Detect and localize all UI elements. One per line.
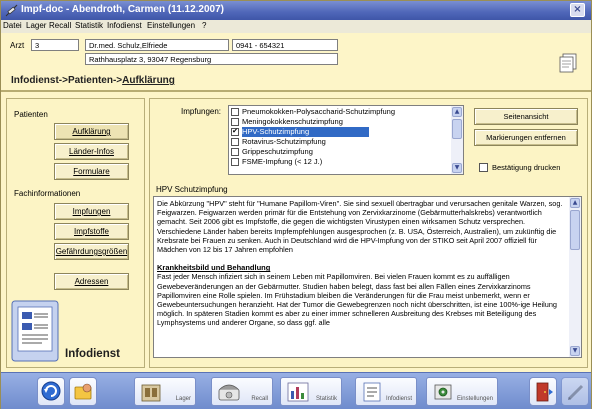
phone-icon bbox=[218, 384, 240, 401]
document-stack-icon bbox=[11, 300, 59, 362]
menu-help[interactable]: ? bbox=[202, 21, 206, 30]
infodienst-logo: Infodienst bbox=[10, 299, 138, 365]
list-item[interactable]: ✔ HPV-Schutzimpfung bbox=[231, 127, 449, 137]
pencil-icon bbox=[567, 384, 584, 401]
bar-chart-icon bbox=[287, 382, 309, 402]
breadcrumb: Infodienst->Patienten->Aufklärung bbox=[11, 75, 175, 86]
arzt-field[interactable]: 3 bbox=[31, 39, 79, 51]
lager-button[interactable]: Lager bbox=[134, 377, 196, 406]
menu-infodienst[interactable]: Infodienst bbox=[107, 21, 142, 30]
infodienst-button[interactable]: Infodienst bbox=[355, 377, 417, 406]
list-item-label: Pneumokokken-Polysaccharid-Schutzimpfung bbox=[242, 107, 395, 116]
patient-button[interactable] bbox=[69, 377, 97, 406]
list-item[interactable]: Meningokokkenschutzimpfung bbox=[231, 117, 449, 127]
notes-icon[interactable] bbox=[558, 52, 580, 74]
warehouse-icon bbox=[141, 384, 161, 402]
einstellungen-label: Einstellungen bbox=[456, 396, 493, 402]
aufklaerung-button[interactable]: Aufklärung bbox=[54, 123, 129, 140]
list-item-checkbox[interactable] bbox=[231, 118, 239, 126]
menu-bar: Datei Lager Recall Statistik Infodienst … bbox=[1, 20, 591, 33]
arzt-label: Arzt bbox=[10, 41, 25, 50]
gefaehrdungsgroessen-button[interactable]: Gefährdungsgrößen bbox=[54, 243, 129, 260]
syringe-app-icon bbox=[5, 4, 18, 17]
back-button[interactable] bbox=[37, 377, 65, 406]
seitenansicht-button[interactable]: Seitenansicht bbox=[474, 108, 578, 125]
info-text-body: Die Abkürzung "HPV" steht für "Humane Pa… bbox=[157, 199, 567, 337]
impfungen-button[interactable]: Impfungen bbox=[54, 203, 129, 220]
app-window: Impf-doc - Abendroth, Carmen (11.12.2007… bbox=[0, 0, 592, 409]
edit-button[interactable] bbox=[561, 377, 589, 406]
impfungen-label: Impfungen: bbox=[181, 107, 222, 116]
menu-datei[interactable]: Datei bbox=[3, 21, 22, 30]
infodienst-logo-text: Infodienst bbox=[65, 348, 120, 360]
lager-label: Lager bbox=[175, 396, 191, 402]
menu-lager[interactable]: Lager bbox=[26, 21, 46, 30]
list-item-label: Rotavirus-Schutzimpfung bbox=[242, 137, 326, 146]
info-paragraph: Fast jeder Mensch infiziert sich in sein… bbox=[157, 272, 557, 328]
bottom-toolbar: Lager Recall Statistik Infodienst Einste… bbox=[1, 372, 591, 409]
adressen-button[interactable]: Adressen bbox=[54, 273, 129, 290]
listbox-scrollbar[interactable]: ▲ ▼ bbox=[451, 106, 463, 174]
exit-door-icon bbox=[536, 382, 553, 402]
breadcrumb-path: Infodienst->Patienten-> bbox=[11, 75, 123, 86]
window-title: Impf-doc - Abendroth, Carmen (11.12.2007… bbox=[21, 4, 225, 15]
scroll-up-icon[interactable]: ▲ bbox=[452, 107, 462, 117]
formulare-button[interactable]: Formulare bbox=[54, 163, 129, 180]
scroll-up-icon[interactable]: ▲ bbox=[570, 198, 580, 208]
list-item[interactable]: Pneumokokken-Polysaccharid-Schutzimpfung bbox=[231, 107, 449, 117]
list-item-checkbox[interactable] bbox=[231, 138, 239, 146]
list-item-label: HPV-Schutzimpfung bbox=[242, 127, 370, 137]
list-item[interactable]: Rotavirus-Schutzimpfung bbox=[231, 137, 449, 147]
text-section-title: HPV Schutzimpfung bbox=[156, 185, 228, 194]
recall-label: Recall bbox=[251, 396, 268, 402]
bestaetigung-label: Bestätigung drucken bbox=[492, 163, 561, 172]
markierungen-entfernen-button[interactable]: Markierungen entfernen bbox=[474, 129, 578, 146]
back-arrow-icon bbox=[41, 381, 61, 401]
recall-button[interactable]: Recall bbox=[211, 377, 273, 406]
menu-recall[interactable]: Recall bbox=[49, 21, 71, 30]
list-item[interactable]: FSME-Impfung (< 12 J.) bbox=[231, 157, 449, 167]
document-icon bbox=[363, 382, 381, 402]
list-item[interactable]: Grippeschutzimpfung bbox=[231, 147, 449, 157]
scroll-thumb[interactable] bbox=[452, 119, 462, 139]
address-field[interactable]: Rathhausplatz 3, 93047 Regensburg bbox=[85, 53, 338, 65]
statistik-label: Statistik bbox=[315, 396, 337, 402]
title-bar: Impf-doc - Abendroth, Carmen (11.12.2007… bbox=[1, 1, 591, 20]
menu-einstellungen[interactable]: Einstellungen bbox=[147, 21, 195, 30]
scroll-thumb[interactable] bbox=[570, 210, 580, 250]
list-item-checkbox[interactable] bbox=[231, 158, 239, 166]
exit-button[interactable] bbox=[529, 377, 557, 406]
patienten-section-title: Patienten bbox=[14, 110, 48, 119]
list-item-checkbox[interactable] bbox=[231, 148, 239, 156]
einstellungen-button[interactable]: Einstellungen bbox=[426, 377, 498, 406]
infodienst-label: Infodienst bbox=[385, 396, 412, 402]
impfstoffe-button[interactable]: Impfstoffe bbox=[54, 223, 129, 240]
info-textarea[interactable]: Die Abkürzung "HPV" steht für "Humane Pa… bbox=[153, 196, 582, 358]
list-item-label: Grippeschutzimpfung bbox=[242, 147, 313, 156]
phone-field[interactable]: 0941 - 654321 bbox=[232, 39, 338, 51]
impfungen-listbox[interactable]: Pneumokokken-Polysaccharid-Schutzimpfung… bbox=[228, 105, 464, 175]
scroll-down-icon[interactable]: ▼ bbox=[452, 163, 462, 173]
list-item-label: FSME-Impfung (< 12 J.) bbox=[242, 157, 323, 166]
info-paragraph: Die Abkürzung "HPV" steht für "Humane Pa… bbox=[157, 199, 563, 255]
divider bbox=[1, 90, 591, 92]
scroll-down-icon[interactable]: ▼ bbox=[570, 346, 580, 356]
doctor-name-field[interactable]: Dr.med. Schulz,Elfriede bbox=[85, 39, 229, 51]
list-item-checkbox[interactable]: ✔ bbox=[231, 128, 239, 136]
menu-statistik[interactable]: Statistik bbox=[75, 21, 103, 30]
info-heading: Krankheitsbild und Behandlung bbox=[157, 263, 271, 273]
bestaetigung-checkbox[interactable] bbox=[479, 163, 488, 172]
list-item-checkbox[interactable] bbox=[231, 108, 239, 116]
settings-icon bbox=[434, 384, 452, 400]
list-item-label: Meningokokkenschutzimpfung bbox=[242, 117, 343, 126]
laender-infos-button[interactable]: Länder-Infos bbox=[54, 143, 129, 160]
statistik-button[interactable]: Statistik bbox=[280, 377, 342, 406]
breadcrumb-current: Aufklärung bbox=[122, 75, 175, 86]
close-button[interactable]: × bbox=[570, 3, 585, 17]
textarea-scrollbar[interactable]: ▲ ▼ bbox=[569, 197, 581, 357]
fachinformationen-section-title: Fachinformationen bbox=[14, 189, 81, 198]
folder-user-icon bbox=[74, 383, 92, 400]
